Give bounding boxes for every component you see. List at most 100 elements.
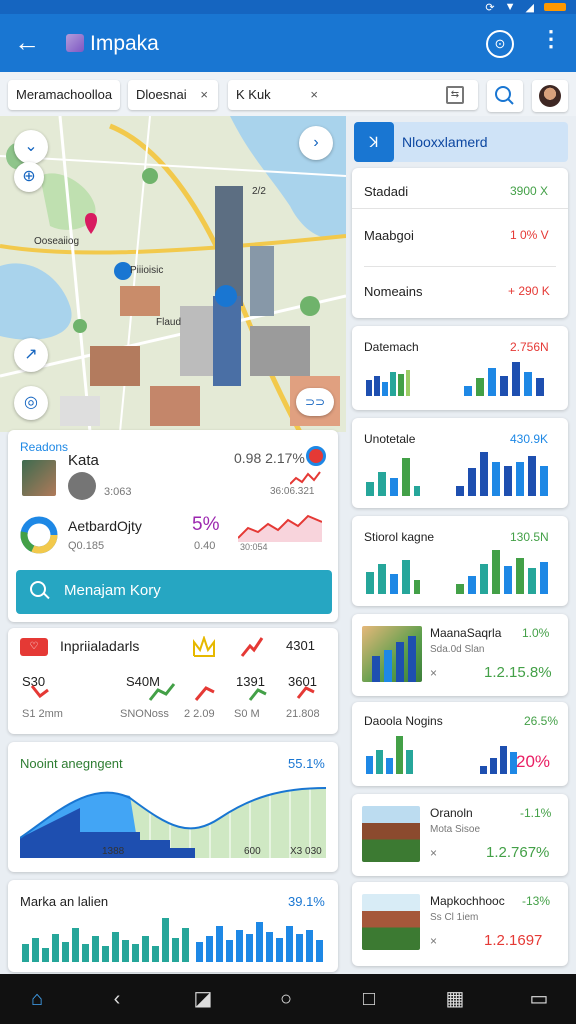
card-heading: Readons <box>20 440 69 454</box>
directions-icon[interactable]: ↗ <box>14 338 48 372</box>
place-thumbnail <box>362 626 422 682</box>
avatar <box>539 85 561 107</box>
item-name: AetbardOjty <box>68 518 142 534</box>
place-card[interactable]: MaanaSaqrla 1.0% Sda.0d Slan × 1.2.15.8% <box>352 614 568 696</box>
indicator-sub: 21.808 <box>286 708 320 720</box>
mini-chart-card: Unotetale 430.9K <box>352 418 568 508</box>
trend-area-chart <box>238 514 322 542</box>
mini-bar-chart <box>366 452 548 496</box>
top-value: 4301 <box>286 638 315 653</box>
crown-icon <box>193 636 215 657</box>
map-label: 2/2 <box>252 186 266 197</box>
place-thumbnail <box>22 460 56 496</box>
circle-home-icon[interactable]: ○ <box>273 986 299 1012</box>
app-title: Impaka <box>90 32 159 55</box>
map-canvas <box>0 116 346 432</box>
place-title: Mapkochhooc <box>430 894 505 908</box>
close-icon[interactable]: × <box>310 80 318 110</box>
more-vert-icon[interactable]: ⋮ <box>540 26 562 52</box>
card-title: Unotetale <box>364 432 416 446</box>
profile-button[interactable] <box>532 80 568 112</box>
card-title: Datemach <box>364 340 419 354</box>
market-card: Marka an lalien 39.1% <box>8 880 338 972</box>
chart-label: 600 <box>244 846 261 857</box>
qr-scan-icon[interactable]: ⊙ <box>486 30 514 58</box>
item-name: Kata <box>68 452 99 469</box>
list-item-name: Maabgoi <box>364 228 414 243</box>
search-button[interactable] <box>487 80 523 112</box>
window-icon[interactable]: ▭ <box>526 986 552 1012</box>
divider <box>364 266 556 267</box>
area-chart <box>20 778 326 858</box>
filter-chip-location[interactable]: Meramachoolloa <box>8 80 120 110</box>
place-value: 1.2.1697 <box>484 932 543 949</box>
signal-icon: ▼ <box>504 1 516 13</box>
place-value: 1.2.767% <box>486 844 550 861</box>
compass-icon[interactable]: ⊕ <box>14 162 44 192</box>
card-value: 55.1% <box>288 756 325 771</box>
card-title: Stiorol kagne <box>364 530 435 544</box>
my-location-icon[interactable]: ◎ <box>14 386 48 420</box>
place-thumbnail <box>362 806 420 862</box>
search-bar[interactable]: Menajam Kory <box>16 570 332 614</box>
chevron-right-icon[interactable]: › <box>299 126 333 160</box>
indicators-card: ♡ Inpriialadarls 4301 S30 S40M 1391 3601… <box>8 628 338 734</box>
list-item-name: Nomeains <box>364 284 423 299</box>
place-title: Daoola Nogins <box>364 714 443 728</box>
indicator-sub: 2 2.09 <box>184 708 215 720</box>
bar-chart <box>22 918 323 962</box>
city-map[interactable]: ⌄ ⊕ › ↗ ◎ ⊃⊃ Ooseaiiog Piiioisic Flaud 2… <box>0 116 346 432</box>
place-title: MaanaSaqrla <box>430 626 502 640</box>
status-dot <box>306 446 326 466</box>
close-icon[interactable]: × <box>200 80 208 110</box>
chevron-down-icon[interactable]: ⌄ <box>14 130 48 164</box>
chart-label: 1388 <box>102 846 125 857</box>
close-icon[interactable]: × <box>430 846 437 860</box>
card-value: 130.5N <box>510 530 549 544</box>
grid-icon[interactable]: ▦ <box>442 986 468 1012</box>
card-value: 39.1% <box>288 894 325 909</box>
card-value: 2.756N <box>510 340 549 354</box>
place-card[interactable]: Oranoln -1.1% Mota Sisoe × 1.2.767% <box>352 794 568 876</box>
recents-icon[interactable]: □ <box>356 986 382 1012</box>
card-title: Marka an lalien <box>20 894 109 909</box>
status-bar: ⟳ ▼ ◢ <box>0 0 576 14</box>
app-bar: ← Impaka ⊙ ⋮ <box>0 14 576 72</box>
close-icon[interactable]: × <box>430 934 437 948</box>
back-icon[interactable]: ‹ <box>104 986 130 1012</box>
back-arrow-icon[interactable]: ← <box>14 28 40 56</box>
place-card[interactable]: Mapkochhooc -13% Ss Cl 1iem × 1.2.1697 <box>352 882 568 966</box>
chart-label: X3 030 <box>290 846 322 857</box>
right-panel-header[interactable]: ꓘ Nlooxxlamerd <box>354 122 568 162</box>
mini-chart-card: Stiorol kagne 130.5N <box>352 516 568 606</box>
panel-icon: ꓘ <box>354 122 394 162</box>
stats-list-card: Stadadi 3900 X Maabgoi 1 0% V Nomeains +… <box>352 168 568 318</box>
map-label: Piiioisic <box>130 265 164 276</box>
filter-chip-keyword[interactable]: K Kuk × <box>228 80 478 110</box>
item-pct: 5% <box>192 514 220 535</box>
filter-chip-district[interactable]: Dloesnai × <box>128 80 218 110</box>
sync-icon: ⟳ <box>485 1 495 14</box>
map-label: Flaud <box>156 317 182 328</box>
search-icon <box>30 581 46 597</box>
place-value: 20% <box>516 752 551 771</box>
layers-icon[interactable]: ⊃⊃ <box>296 388 334 416</box>
chip-label: Meramachoolloa <box>16 87 113 102</box>
place-sub: Mota Sisoe <box>430 824 481 835</box>
list-item-value: 3900 X <box>510 184 549 198</box>
sparkline <box>290 471 321 485</box>
filter-bar: Meramachoolloa Dloesnai × K Kuk × ⇆ <box>0 72 576 116</box>
battery-icon <box>544 3 566 11</box>
bookmark-icon[interactable]: ◪ <box>190 986 216 1012</box>
filter-icon[interactable]: ⇆ <box>446 86 464 104</box>
place-card[interactable]: Daoola Nogins 26.5% 20% <box>352 702 568 786</box>
trend-up-icon <box>240 637 264 657</box>
home-icon[interactable]: ⌂ <box>24 986 50 1012</box>
place-pct: 26.5% <box>524 714 559 728</box>
chip-label: K Kuk <box>236 87 271 102</box>
mini-bar-chart <box>372 636 416 682</box>
place-value: 1.2.15.8% <box>484 664 552 681</box>
card-value: 430.9K <box>510 432 549 446</box>
close-icon[interactable]: × <box>430 666 437 680</box>
card-title: Inpriialadarls <box>60 638 140 654</box>
